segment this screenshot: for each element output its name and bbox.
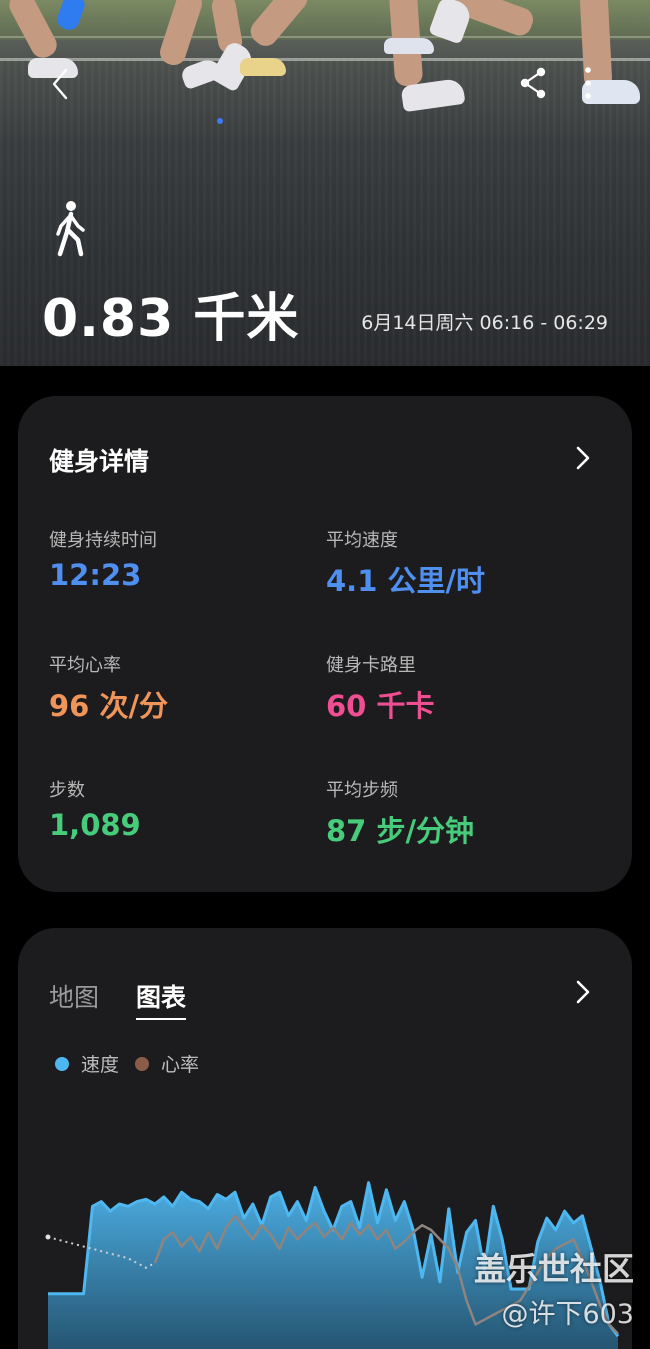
- stat-label: 平均心率: [49, 655, 121, 676]
- share-icon[interactable]: [516, 66, 550, 100]
- stat-label: 平均速度: [326, 530, 398, 551]
- stat-avg-heart-rate-value: 96 次/分: [49, 689, 169, 723]
- heart-rate-start-point: [45, 1234, 51, 1240]
- stat-duration-value: 12:23: [49, 558, 142, 592]
- watermark-title: 盖乐世社区: [473, 1250, 634, 1288]
- hero-photo-grass: [0, 0, 650, 40]
- distance-value: 0.83 千米: [42, 289, 300, 349]
- stat-steps-value: 1,089: [49, 808, 141, 842]
- stat-avg-speed-value: 4.1 公里/时: [326, 564, 486, 598]
- stat-label: 健身持续时间: [49, 530, 157, 551]
- workout-datetime: 6月14日周六 06:16 - 06:29: [361, 312, 608, 334]
- walking-icon: [56, 201, 85, 257]
- workout-details-card: 健身详情 健身持续时间 12:23 平均速度 4.1 公里/时 平均心率 96 …: [18, 396, 632, 892]
- back-icon[interactable]: [44, 64, 78, 104]
- watermark-user: @许下603: [501, 1299, 634, 1330]
- stat-label: 健身卡路里: [326, 655, 416, 676]
- hero-banner: 0.83 千米 6月14日周六 06:16 - 06:29: [0, 0, 650, 366]
- more-icon[interactable]: [578, 64, 598, 102]
- photo-dot: [217, 118, 223, 124]
- stat-avg-cadence-value: 87 步/分钟: [326, 814, 475, 848]
- stat-label: 步数: [49, 780, 85, 801]
- hero-photo-roadline: [0, 36, 650, 38]
- details-title[interactable]: 健身详情: [49, 442, 149, 478]
- watermark: 盖乐世社区 @许下603: [474, 1244, 634, 1331]
- chevron-right-icon[interactable]: [574, 444, 592, 472]
- runner-shoe: [384, 38, 434, 54]
- stat-calories-value: 60 千卡: [326, 689, 435, 723]
- stat-label: 平均步频: [326, 780, 398, 801]
- runner-shoe: [240, 58, 286, 76]
